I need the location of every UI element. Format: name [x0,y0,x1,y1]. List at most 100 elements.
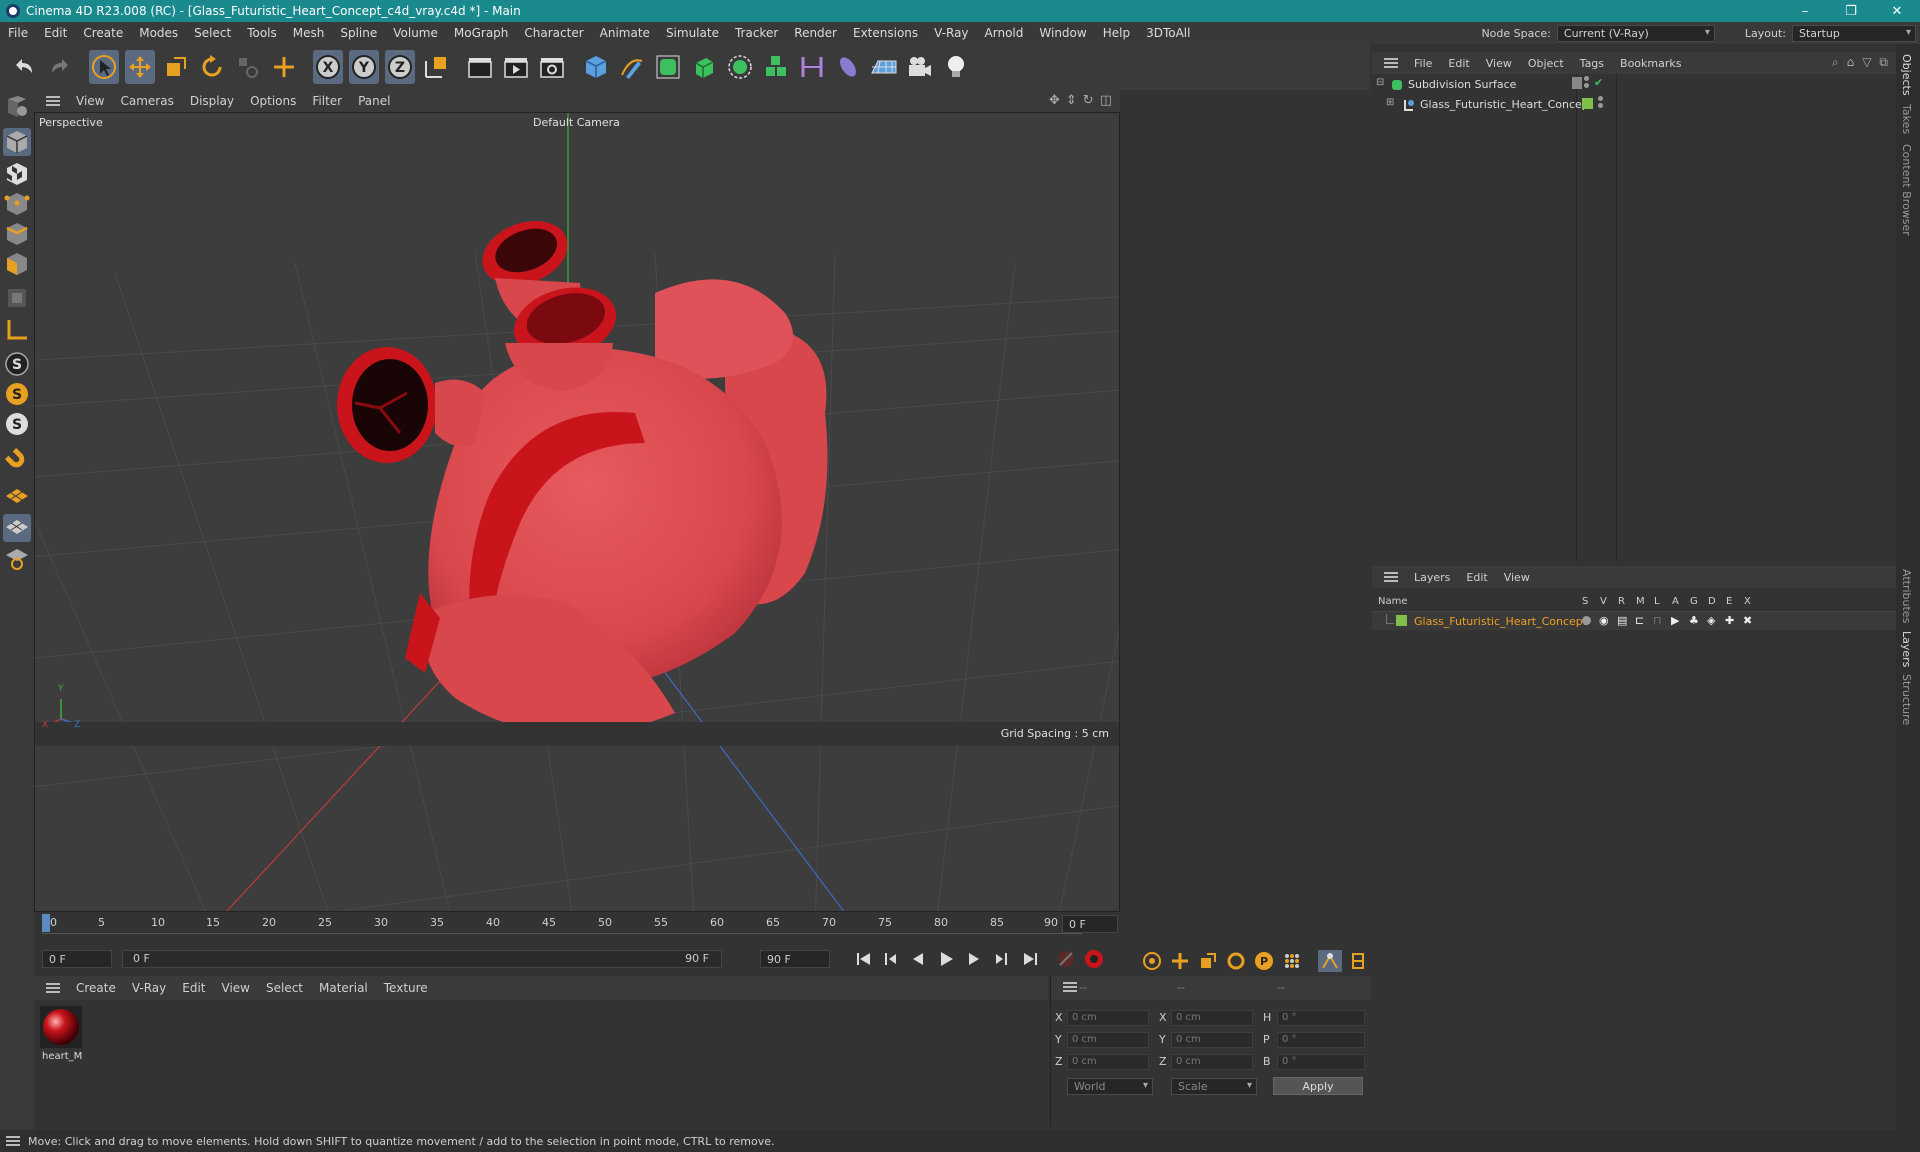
light-object-button[interactable] [941,50,971,84]
layout-dropdown[interactable]: Startup [1792,24,1916,42]
go-to-end-button[interactable] [1018,948,1042,970]
keyframe-selection-button[interactable] [1140,950,1164,972]
layer-col-g[interactable]: G [1690,596,1698,607]
visibility-dots-icon[interactable] [1598,96,1604,110]
layer-animation-icon[interactable]: ▶ [1671,614,1679,627]
subdivision-surface-button[interactable] [653,50,683,84]
perspective-viewport[interactable]: Perspective Default Camera Y X Z Grid Sp… [34,112,1120,912]
material-menu-texture[interactable]: Texture [376,981,436,995]
maximize-button[interactable]: ❐ [1828,0,1874,22]
coord-size-y-field[interactable]: 0 cm [1171,1032,1253,1048]
viewport-menu-panel[interactable]: Panel [350,94,398,108]
viewport-maximize-icon[interactable]: ◫ [1100,93,1112,108]
render-picture-viewer-button[interactable] [501,50,531,84]
array-generator-button[interactable] [761,50,791,84]
quantize-button[interactable]: S [3,410,31,438]
autokey-button[interactable] [1082,948,1106,970]
layer-col-name[interactable]: Name [1378,596,1408,607]
play-button[interactable] [934,948,958,970]
search-icon[interactable]: ⌕ [1832,55,1839,70]
layer-col-m[interactable]: M [1636,596,1645,607]
coord-pos-x-field[interactable]: 0 cm [1067,1010,1149,1026]
layer-generators-icon[interactable]: ♣ [1689,614,1699,627]
filter-icon[interactable]: ▽ [1862,55,1871,70]
menu-tools[interactable]: Tools [239,26,285,40]
menu-animate[interactable]: Animate [592,26,658,40]
object-hamburger-icon[interactable] [1384,58,1398,68]
home-icon[interactable]: ⌂ [1847,55,1855,70]
menu-create[interactable]: Create [75,26,131,40]
object-menu-tags[interactable]: Tags [1572,57,1612,70]
current-frame-field[interactable]: 0 F [1062,915,1118,933]
layer-col-s[interactable]: S [1582,596,1588,607]
timeline-playhead[interactable] [42,914,50,932]
layer-lock-icon[interactable]: ⊓ [1653,614,1662,627]
coord-size-x-field[interactable]: 0 cm [1171,1010,1253,1026]
workplane-button[interactable] [3,316,31,344]
rotate-tool-button[interactable] [197,50,227,84]
layer-col-a[interactable]: A [1672,596,1679,607]
object-row-heart[interactable]: ⊞ Glass_Futuristic_Heart_Concept [1372,96,1896,114]
object-menu-view[interactable]: View [1478,57,1520,70]
coord-pos-y-field[interactable]: 0 cm [1067,1032,1149,1048]
layer-menu-layers[interactable]: Layers [1406,571,1458,584]
menu-arnold[interactable]: Arnold [977,26,1032,40]
snap-settings-button[interactable]: S [3,380,31,408]
layer-hamburger-icon[interactable] [1384,572,1398,582]
grid-plane-button[interactable] [3,482,31,510]
menu-render[interactable]: Render [786,26,845,40]
menu-modes[interactable]: Modes [131,26,186,40]
coord-size-z-field[interactable]: 0 cm [1171,1054,1253,1070]
previous-key-button[interactable] [880,948,904,970]
mograph-cloner-button[interactable] [725,50,755,84]
magnet-tool-button[interactable] [3,446,31,474]
layer-name[interactable]: Glass_Futuristic_Heart_Concept [1414,615,1587,628]
next-key-button[interactable] [988,948,1012,970]
minimize-button[interactable]: – [1782,0,1828,22]
layer-col-l[interactable]: L [1654,596,1660,607]
model-mode-button[interactable] [3,128,31,156]
layer-xrefs-icon[interactable]: ✖ [1743,614,1752,627]
object-menu-bookmarks[interactable]: Bookmarks [1612,57,1689,70]
key-rotation-button[interactable] [1224,950,1248,972]
tab-takes[interactable]: Takes [1900,104,1913,134]
expand-icon[interactable]: ⊟ [1376,77,1384,88]
material-menu-vray[interactable]: V-Ray [124,981,174,995]
object-menu-object[interactable]: Object [1520,57,1572,70]
viewport-solo-button[interactable] [3,514,31,542]
edges-mode-button[interactable] [3,220,31,248]
material-menu-material[interactable]: Material [311,981,376,995]
move-tool-button[interactable] [125,50,155,84]
last-tool-button[interactable] [233,50,263,84]
menu-3dtoall[interactable]: 3DToAll [1138,26,1198,40]
menu-help[interactable]: Help [1095,26,1138,40]
viewport-move-icon[interactable]: ✥ [1049,93,1060,108]
floor-object-button[interactable] [869,50,899,84]
material-menu-view[interactable]: View [214,981,258,995]
redo-button[interactable] [45,50,75,84]
render-view-button[interactable] [465,50,495,84]
menu-character[interactable]: Character [516,26,591,40]
key-pla-button[interactable] [1280,950,1304,972]
extrude-generator-button[interactable] [689,50,719,84]
coords-hamburger-icon[interactable] [1063,982,1077,992]
create-tool-button[interactable] [269,50,299,84]
menu-vray[interactable]: V-Ray [926,26,976,40]
coord-mode-dropdown[interactable]: World [1067,1078,1153,1095]
layer-menu-edit[interactable]: Edit [1458,571,1495,584]
preview-range-slider[interactable]: 0 F 90 F [122,950,722,968]
points-mode-button[interactable] [3,190,31,218]
motion-system-button[interactable] [1318,950,1342,972]
layer-render-icon[interactable]: ▤ [1617,614,1627,627]
deformer-bend-button[interactable] [797,50,827,84]
key-scale-button[interactable] [1196,950,1220,972]
menu-extensions[interactable]: Extensions [845,26,926,40]
material-menu-create[interactable]: Create [68,981,124,995]
status-hamburger-icon[interactable] [6,1136,20,1146]
tab-layers[interactable]: Layers [1900,631,1913,667]
menu-window[interactable]: Window [1031,26,1094,40]
close-button[interactable]: ✕ [1874,0,1920,22]
layer-deformers-icon[interactable]: ◈ [1707,614,1715,627]
material-menu-edit[interactable]: Edit [174,981,213,995]
layer-menu-view[interactable]: View [1496,571,1538,584]
